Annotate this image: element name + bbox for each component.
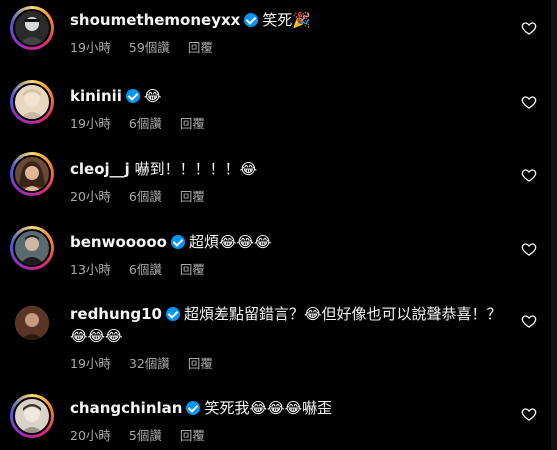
verified-badge-icon bbox=[186, 401, 201, 415]
avatar[interactable] bbox=[10, 394, 54, 438]
heart-outline-icon[interactable] bbox=[521, 406, 537, 422]
avatar-image bbox=[15, 306, 49, 340]
verified-badge-icon bbox=[244, 13, 259, 27]
username[interactable]: redhung10 bbox=[70, 305, 162, 323]
comment-time: 19小時 bbox=[70, 356, 111, 371]
reply-button[interactable]: 回覆 bbox=[180, 428, 205, 443]
avatar-image bbox=[19, 235, 45, 265]
comment-item: benwooooo 超煩😂😂😂 13小時 6個讚 回覆 bbox=[0, 226, 557, 296]
comment-time: 20小時 bbox=[70, 428, 111, 443]
scrollbar-track[interactable] bbox=[551, 0, 557, 450]
heart-outline-icon[interactable] bbox=[521, 241, 537, 257]
heart-outline-icon[interactable] bbox=[521, 167, 537, 183]
reply-button[interactable]: 回覆 bbox=[180, 116, 205, 131]
avatar-image bbox=[20, 89, 44, 119]
comment-text-continued: 😂😂😂 bbox=[70, 327, 123, 345]
reply-button[interactable]: 回覆 bbox=[180, 262, 205, 277]
avatar[interactable] bbox=[10, 80, 54, 124]
comment-text: 😂 bbox=[143, 87, 162, 105]
likes-count[interactable]: 6個讚 bbox=[129, 262, 162, 277]
avatar[interactable] bbox=[10, 6, 54, 50]
comment-time: 19小時 bbox=[70, 116, 111, 131]
likes-count[interactable]: 6個讚 bbox=[129, 189, 162, 204]
username[interactable]: shoumethemoneyxx bbox=[70, 11, 240, 29]
comment-text: 超煩差點留錯言？😂但好像也可以說聲恭喜！？ bbox=[183, 305, 502, 323]
username[interactable]: changchinlan bbox=[70, 399, 182, 417]
comment-item: redhung10 超煩差點留錯言？😂但好像也可以說聲恭喜！？ 😂😂😂 19小時 3… bbox=[0, 298, 557, 388]
comment-item: shoumethemoneyxx 笑死🎉 19小時 59個讚 回覆 bbox=[0, 0, 557, 70]
comment-text: 嚇到！！！！！😂 bbox=[134, 160, 258, 178]
heart-outline-icon[interactable] bbox=[521, 94, 537, 110]
comment-text: 笑死我😂😂😂嚇歪 bbox=[204, 399, 333, 417]
avatar-image bbox=[21, 404, 43, 433]
comment-time: 13小時 bbox=[70, 262, 111, 277]
reply-button[interactable]: 回覆 bbox=[188, 356, 213, 371]
likes-count[interactable]: 5個讚 bbox=[129, 428, 162, 443]
comment-text: 笑死🎉 bbox=[262, 11, 312, 29]
avatar[interactable] bbox=[10, 226, 54, 270]
verified-badge-icon bbox=[125, 89, 140, 103]
comment-item: kininii 😂 19小時 6個讚 回覆 bbox=[0, 78, 557, 148]
comment-text: 超煩😂😂😂 bbox=[188, 233, 272, 251]
username[interactable]: cleoj__j bbox=[70, 160, 130, 178]
username[interactable]: kininii bbox=[70, 87, 122, 105]
comment-list: shoumethemoneyxx 笑死🎉 19小時 59個讚 回覆 kininii 😂 bbox=[0, 0, 557, 450]
avatar-image bbox=[19, 17, 45, 45]
comment-item: cleoj__j 嚇到！！！！！😂 20小時 6個讚 回覆 bbox=[0, 152, 557, 222]
reply-button[interactable]: 回覆 bbox=[180, 189, 205, 204]
likes-count[interactable]: 32個讚 bbox=[129, 356, 170, 371]
likes-count[interactable]: 59個讚 bbox=[129, 40, 170, 55]
comment-time: 20小時 bbox=[70, 189, 111, 204]
avatar[interactable] bbox=[10, 152, 54, 196]
heart-outline-icon[interactable] bbox=[521, 313, 537, 329]
avatar-image bbox=[19, 161, 45, 191]
heart-outline-icon[interactable] bbox=[521, 20, 537, 36]
verified-badge-icon bbox=[165, 307, 180, 321]
comment-item: changchinlan 笑死我😂😂😂嚇歪 20小時 5個讚 回覆 bbox=[0, 392, 557, 450]
likes-count[interactable]: 6個讚 bbox=[129, 116, 162, 131]
verified-badge-icon bbox=[170, 235, 185, 249]
reply-button[interactable]: 回覆 bbox=[188, 40, 213, 55]
comment-time: 19小時 bbox=[70, 40, 111, 55]
avatar[interactable] bbox=[10, 301, 54, 345]
username[interactable]: benwooooo bbox=[70, 233, 167, 251]
